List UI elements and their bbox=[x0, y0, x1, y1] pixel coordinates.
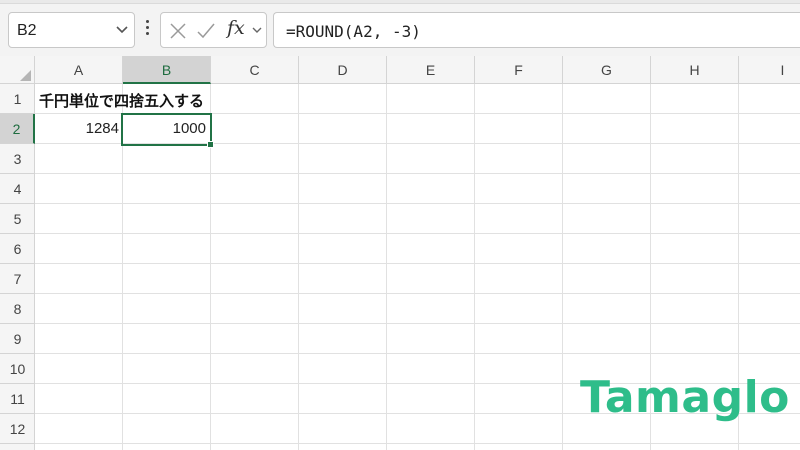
row-header-7[interactable]: 7 bbox=[0, 264, 35, 294]
fill-handle[interactable] bbox=[207, 141, 214, 148]
row-header-10[interactable]: 10 bbox=[0, 354, 35, 384]
watermark-logo: Tamaglo bbox=[580, 372, 790, 423]
formula-bar-area: B2 fx =ROUND(A2, -3) bbox=[0, 0, 800, 56]
row-header-6[interactable]: 6 bbox=[0, 234, 35, 264]
active-cell-border bbox=[121, 113, 212, 146]
formula-input[interactable]: =ROUND(A2, -3) bbox=[273, 12, 800, 48]
ribbon-edge bbox=[0, 0, 800, 4]
column-header-a[interactable]: A bbox=[35, 56, 123, 84]
column-header-f[interactable]: F bbox=[475, 56, 563, 84]
gridline bbox=[386, 84, 387, 450]
cancel-icon[interactable] bbox=[168, 21, 188, 41]
gridline bbox=[562, 84, 563, 450]
column-header-bar: A B C D E F G H I bbox=[0, 56, 800, 84]
row-header-9[interactable]: 9 bbox=[0, 324, 35, 354]
gridline bbox=[35, 323, 800, 324]
column-header-g[interactable]: G bbox=[563, 56, 651, 84]
column-header-h[interactable]: H bbox=[651, 56, 739, 84]
chevron-down-icon[interactable] bbox=[114, 23, 130, 37]
gridline bbox=[35, 203, 800, 204]
column-header-b[interactable]: B bbox=[123, 56, 211, 84]
cell-a2[interactable]: 1284 bbox=[35, 114, 122, 144]
row-header-12[interactable]: 12 bbox=[0, 414, 35, 444]
formula-text: =ROUND(A2, -3) bbox=[286, 22, 421, 41]
gridline bbox=[35, 263, 800, 264]
row-header-11[interactable]: 11 bbox=[0, 384, 35, 414]
select-all-button[interactable] bbox=[0, 56, 35, 84]
row-header-bar: 1 2 3 4 5 6 7 8 9 10 11 12 bbox=[0, 84, 35, 450]
name-box[interactable]: B2 bbox=[8, 12, 135, 48]
row-header-3[interactable]: 3 bbox=[0, 144, 35, 174]
cell-a1[interactable]: 千円単位で四捨五入する bbox=[39, 90, 204, 111]
row-header-2[interactable]: 2 bbox=[0, 114, 35, 144]
insert-function-icon[interactable]: fx bbox=[227, 17, 245, 39]
more-options-icon[interactable] bbox=[142, 18, 152, 40]
name-box-value: B2 bbox=[17, 22, 37, 39]
select-all-triangle-icon bbox=[20, 70, 31, 81]
chevron-down-icon[interactable] bbox=[251, 25, 263, 35]
row-header-5[interactable]: 5 bbox=[0, 204, 35, 234]
gridline bbox=[298, 84, 299, 450]
gridline bbox=[35, 353, 800, 354]
formula-actions: fx bbox=[160, 12, 267, 48]
row-header-8[interactable]: 8 bbox=[0, 294, 35, 324]
gridline bbox=[474, 84, 475, 450]
column-header-e[interactable]: E bbox=[387, 56, 475, 84]
column-header-c[interactable]: C bbox=[211, 56, 299, 84]
gridline bbox=[35, 293, 800, 294]
gridline bbox=[35, 443, 800, 444]
enter-check-icon[interactable] bbox=[196, 21, 216, 41]
column-header-i[interactable]: I bbox=[739, 56, 800, 84]
row-header-4[interactable]: 4 bbox=[0, 174, 35, 204]
column-header-d[interactable]: D bbox=[299, 56, 387, 84]
gridline bbox=[35, 233, 800, 234]
row-header-1[interactable]: 1 bbox=[0, 84, 35, 114]
gridline bbox=[35, 173, 800, 174]
